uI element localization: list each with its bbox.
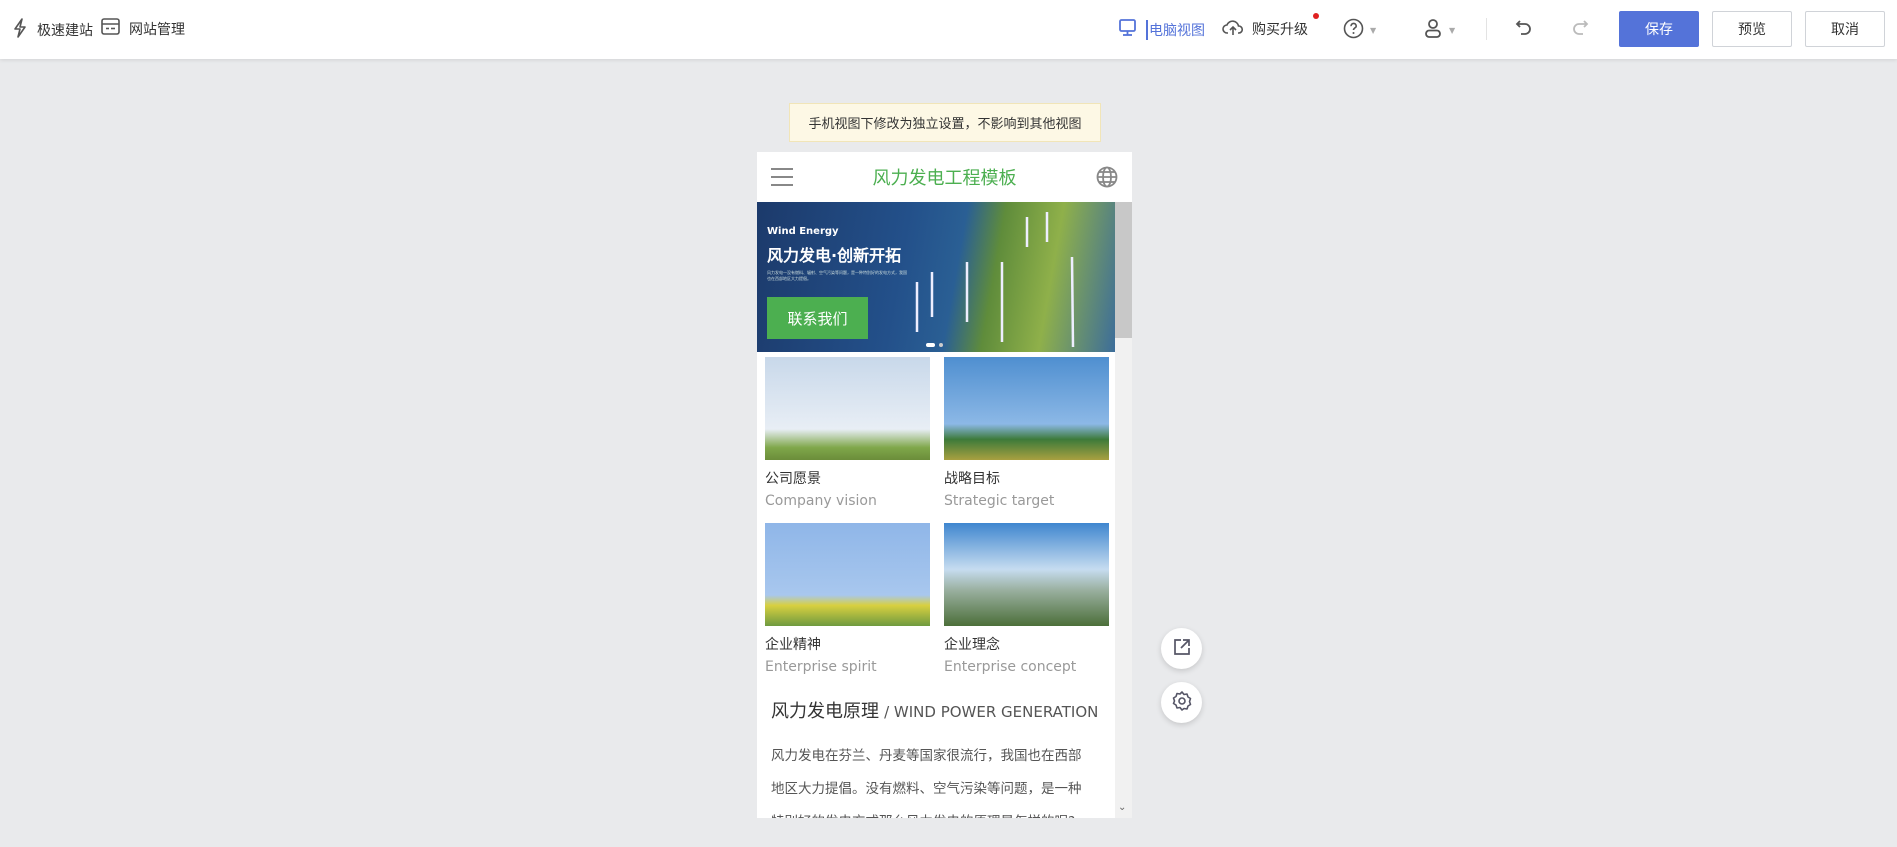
desktop-view-label: 电脑视图 bbox=[1146, 19, 1205, 40]
section-line: 风力发电在芬兰、丹麦等国家很流行，我国也在西部 bbox=[771, 748, 1082, 764]
undo-button[interactable] bbox=[1515, 19, 1533, 41]
section-line: 特别好的发电方式那么风力发电的原理是怎样的呢? bbox=[771, 806, 1116, 818]
carousel-dot-active[interactable] bbox=[926, 343, 935, 347]
card-title: 企业精神 bbox=[765, 637, 821, 653]
site-title: 风力发电工程模板 bbox=[872, 168, 1017, 189]
cancel-button[interactable]: 取消 bbox=[1805, 11, 1885, 47]
card-title: 战略目标 bbox=[944, 471, 1000, 487]
section-line: 地区大力提倡。没有燃料、空气污染等问题，是一种 bbox=[771, 781, 1082, 797]
quick-build-button[interactable]: 极速建站 bbox=[12, 18, 93, 42]
card-subtitle: Enterprise concept bbox=[944, 659, 1077, 675]
desktop-view-button[interactable]: 电脑视图 bbox=[1118, 18, 1205, 41]
notification-dot bbox=[1313, 13, 1319, 19]
card-image bbox=[765, 357, 930, 460]
preview-button[interactable]: 预览 bbox=[1712, 11, 1792, 47]
card-image bbox=[944, 357, 1109, 460]
site-manage-button[interactable]: 网站管理 bbox=[101, 18, 185, 39]
scrollbar-thumb[interactable] bbox=[1115, 202, 1132, 338]
card-title: 企业理念 bbox=[944, 637, 1000, 653]
banner-en: Wind Energy bbox=[767, 226, 839, 237]
carousel-dot[interactable] bbox=[939, 343, 943, 347]
banner-desc: 风力发电一没有燃料、辐射、空气污染等问题，是一种特别好的发电方式，我国也在西部地… bbox=[767, 270, 907, 281]
monitor-icon bbox=[1118, 18, 1137, 41]
undo-icon bbox=[1515, 19, 1533, 41]
section-subtitle: / WIND POWER GENERATION bbox=[884, 703, 1099, 721]
scroll-down-arrow[interactable]: ⌄ bbox=[1118, 802, 1126, 813]
save-button[interactable]: 保存 bbox=[1619, 11, 1699, 47]
mobile-view-notice: 手机视图下修改为独立设置，不影响到其他视图 bbox=[789, 103, 1101, 142]
cloud-upload-icon bbox=[1222, 18, 1244, 40]
lightning-icon bbox=[12, 18, 28, 42]
section-title: 风力发电原理 bbox=[771, 701, 879, 722]
site-manage-label: 网站管理 bbox=[129, 21, 185, 38]
mobile-header: 风力发电工程模板 bbox=[757, 152, 1132, 202]
mobile-preview: 风力发电工程模板 Wind Energy 风力发电·创新开拓 风力发电一没有燃料… bbox=[757, 152, 1132, 818]
chevron-down-icon: ▼ bbox=[1449, 26, 1456, 35]
card-enterprise-spirit[interactable]: 企业精神 Enterprise spirit bbox=[765, 523, 930, 675]
share-icon bbox=[1172, 637, 1192, 661]
card-strategic-target[interactable]: 战略目标 Strategic target bbox=[944, 357, 1109, 509]
top-toolbar: 极速建站 网站管理 电脑视图 购买升级 ▼ ▼ 保存 预览 取消 bbox=[0, 0, 1897, 59]
user-dropdown[interactable]: ▼ bbox=[1423, 18, 1455, 43]
card-subtitle: Company vision bbox=[765, 493, 877, 509]
card-subtitle: Enterprise spirit bbox=[765, 659, 877, 675]
help-dropdown[interactable]: ▼ bbox=[1343, 18, 1376, 43]
card-title: 公司愿景 bbox=[765, 471, 821, 487]
card-enterprise-concept[interactable]: 企业理念 Enterprise concept bbox=[944, 523, 1109, 675]
redo-button[interactable] bbox=[1571, 19, 1589, 41]
section-body: 风力发电在芬兰、丹麦等国家很流行，我国也在西部 地区大力提倡。没有燃料、空气污染… bbox=[771, 740, 1116, 818]
divider bbox=[1486, 18, 1487, 40]
hero-banner[interactable]: Wind Energy 风力发电·创新开拓 风力发电一没有燃料、辐射、空气污染等… bbox=[757, 202, 1115, 352]
chevron-down-icon: ▼ bbox=[1370, 26, 1377, 35]
user-icon bbox=[1423, 18, 1443, 43]
upgrade-label: 购买升级 bbox=[1252, 22, 1308, 38]
section-heading: 风力发电原理 / WIND POWER GENERATION bbox=[771, 697, 1098, 723]
gear-icon bbox=[1171, 690, 1193, 716]
menu-icon[interactable] bbox=[771, 167, 793, 191]
quick-build-label: 极速建站 bbox=[37, 23, 93, 39]
share-button[interactable] bbox=[1161, 628, 1202, 669]
card-company-vision[interactable]: 公司愿景 Company vision bbox=[765, 357, 930, 509]
redo-icon bbox=[1571, 19, 1589, 41]
contact-us-button[interactable]: 联系我们 bbox=[767, 297, 868, 339]
upgrade-button[interactable]: 购买升级 bbox=[1222, 13, 1319, 40]
card-image bbox=[765, 523, 930, 626]
banner-headline: 风力发电·创新开拓 bbox=[767, 246, 902, 265]
settings-button[interactable] bbox=[1161, 682, 1202, 723]
globe-icon[interactable] bbox=[1096, 166, 1118, 192]
help-icon bbox=[1343, 18, 1364, 43]
site-manage-icon bbox=[101, 18, 120, 39]
card-image bbox=[944, 523, 1109, 626]
card-subtitle: Strategic target bbox=[944, 493, 1055, 509]
